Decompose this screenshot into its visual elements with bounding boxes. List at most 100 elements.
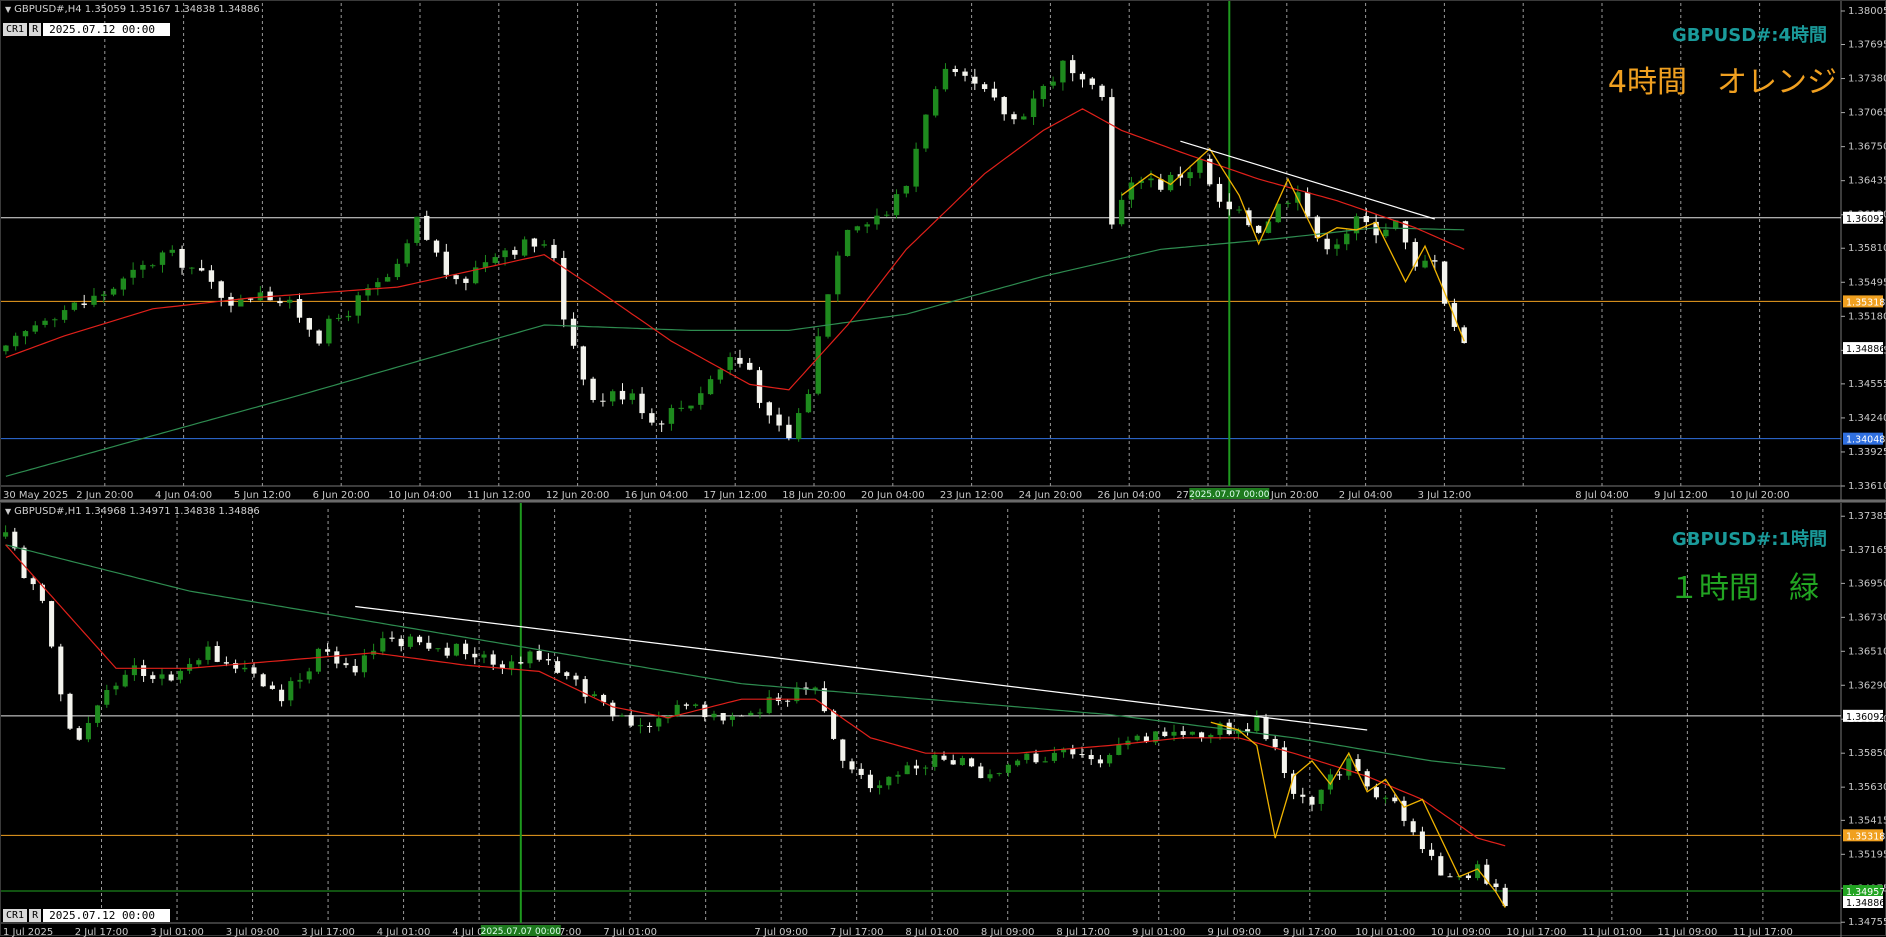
bull-candle: [527, 651, 533, 664]
bear-candle: [1304, 192, 1311, 217]
bear-candle: [334, 651, 340, 664]
bull-candle: [306, 671, 312, 680]
bull-candle: [1346, 758, 1352, 776]
bull-candle: [707, 379, 714, 395]
bull-candle: [1275, 203, 1281, 223]
h4-chart[interactable]: 30 May 2025 2 Jun 20:00 4 Jun 04:00 5 Jun 1…: [1, 1, 1886, 501]
bear-candle: [867, 774, 873, 789]
cr1-tag[interactable]: CR1: [3, 23, 28, 36]
bull-candle: [1285, 202, 1291, 204]
bear-candle: [1451, 303, 1458, 327]
h1-chart[interactable]: 1 Jul 2025 2 Jul 17:00 3 Jul 01:00 3 Jul 09…: [1, 503, 1886, 937]
bull-candle: [1107, 755, 1113, 764]
cr1-tag[interactable]: CR1: [3, 909, 28, 922]
bull-candle: [987, 774, 993, 779]
bull-candle: [668, 408, 675, 424]
bull-candle: [959, 758, 965, 766]
bull-candle: [825, 294, 831, 337]
bear-candle: [941, 755, 947, 760]
bear-candle: [306, 318, 312, 330]
h4-symbol-info: ▼ GBPUSD#,H4 1.35059 1.35167 1.34838 1.34…: [5, 4, 260, 15]
bear-candle: [952, 69, 958, 73]
bear-candle: [962, 71, 968, 76]
price-tick-label: 1.35415: [1848, 815, 1886, 826]
bear-candle: [228, 296, 234, 306]
bear-candle: [747, 362, 753, 370]
bull-candle: [177, 670, 183, 680]
bull-candle: [375, 282, 381, 288]
bear-candle: [981, 84, 988, 89]
bear-candle: [683, 704, 689, 706]
r-tag[interactable]: R: [29, 909, 42, 922]
bull-candle: [1118, 199, 1125, 225]
bear-candle: [551, 244, 557, 259]
price-tick-label: 1.36290: [1848, 680, 1886, 691]
bull-candle: [407, 636, 413, 647]
h1-symbol-info: ▼ GBPUSD#,H1 1.34968 1.34971 1.34838 1.34…: [5, 506, 260, 517]
price-flag-label: 1.34886: [1846, 898, 1885, 909]
bull-candle: [297, 679, 303, 682]
price-tick-label: 1.37695: [1848, 40, 1886, 51]
bear-candle: [49, 601, 55, 647]
bull-candle: [711, 713, 717, 718]
bull-candle: [1189, 731, 1195, 735]
bear-candle: [424, 215, 430, 240]
bear-candle: [296, 299, 303, 318]
bull-candle: [1128, 182, 1135, 200]
bear-candle: [1502, 887, 1508, 907]
bear-candle: [785, 700, 791, 702]
bull-candle: [795, 413, 802, 440]
bear-candle: [223, 662, 229, 664]
bull-candle: [1134, 735, 1140, 741]
h1-chart-pane[interactable]: 1 Jul 2025 2 Jul 17:00 3 Jul 01:00 3 Jul 09…: [0, 502, 1886, 937]
bear-candle: [490, 654, 496, 665]
bear-candle: [1099, 85, 1105, 97]
bull-candle: [71, 302, 78, 310]
bear-candle: [472, 653, 478, 658]
bull-candle: [629, 393, 635, 400]
bull-candle: [748, 712, 754, 716]
dropdown-triangle-icon[interactable]: ▼: [5, 507, 11, 516]
bull-candle: [893, 194, 900, 216]
bear-candle: [1079, 73, 1086, 80]
bear-candle: [518, 662, 524, 664]
bull-candle: [288, 681, 294, 701]
h4-chart-pane[interactable]: 30 May 2025 2 Jun 20:00 4 Jun 04:00 5 Jun 1…: [0, 0, 1886, 501]
bear-candle: [218, 281, 224, 298]
dropdown-triangle-icon[interactable]: ▼: [5, 5, 11, 14]
bull-candle: [22, 331, 29, 337]
h1-chart-title: GBPUSD#:1時間: [1671, 529, 1827, 550]
bull-candle: [3, 345, 9, 352]
r-tag[interactable]: R: [29, 23, 42, 36]
bull-candle: [95, 705, 101, 723]
bear-candle: [1033, 753, 1039, 763]
price-flag-label: 1.36092: [1846, 712, 1885, 723]
bear-candle: [739, 715, 745, 717]
bear-candle: [766, 402, 772, 416]
bull-candle: [1042, 761, 1048, 763]
bull-candle: [150, 265, 156, 267]
bull-candle: [805, 393, 812, 413]
bull-candle: [32, 325, 38, 332]
bear-candle: [573, 675, 579, 680]
date-tag: 2025.07.12 00:00: [43, 909, 171, 922]
bull-candle: [326, 318, 332, 344]
bull-candle: [131, 665, 137, 676]
bear-candle: [1070, 60, 1076, 74]
bull-candle: [1422, 260, 1428, 268]
bull-candle: [384, 277, 391, 282]
bear-candle: [1001, 97, 1007, 115]
bear-candle: [1324, 238, 1330, 250]
bull-candle: [541, 244, 547, 246]
bear-candle: [786, 424, 792, 439]
bull-candle: [159, 252, 166, 265]
bull-candle: [481, 654, 487, 658]
bull-candle: [610, 391, 616, 402]
bear-candle: [179, 248, 185, 268]
bull-candle: [886, 776, 892, 786]
bear-candle: [1245, 729, 1251, 732]
bear-candle: [1109, 97, 1115, 225]
price-tick-label: 1.34755: [1848, 917, 1886, 928]
bear-candle: [600, 400, 606, 402]
bull-candle: [656, 718, 662, 727]
